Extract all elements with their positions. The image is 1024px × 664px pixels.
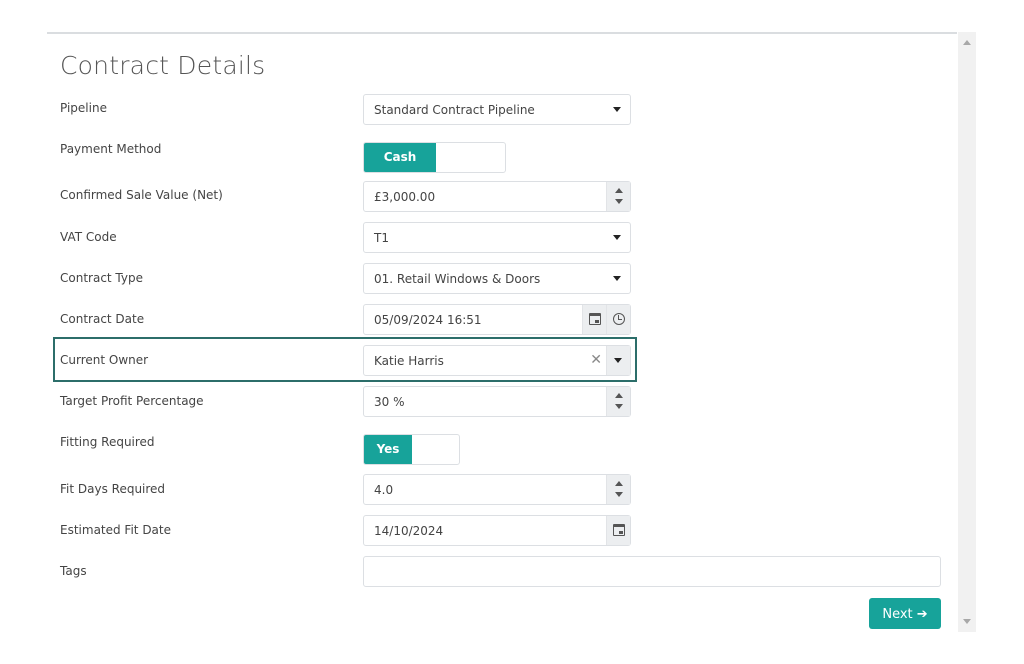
fitting-required-toggle[interactable]: Yes xyxy=(363,434,460,465)
step-up-icon[interactable] xyxy=(615,188,623,193)
scroll-up-icon[interactable] xyxy=(963,40,971,45)
tags-label: Tags xyxy=(60,564,87,578)
target-profit-label: Target Profit Percentage xyxy=(60,394,204,408)
contract-date-input[interactable]: 05/09/2024 16:51 xyxy=(363,304,631,335)
fit-days-input[interactable]: 4.0 xyxy=(363,474,631,505)
calendar-button[interactable] xyxy=(606,516,630,545)
current-owner-value: Katie Harris xyxy=(374,354,444,368)
scroll-down-icon[interactable] xyxy=(963,619,971,624)
fit-days-label: Fit Days Required xyxy=(60,482,166,496)
chevron-down-icon[interactable] xyxy=(613,107,621,112)
tags-input[interactable] xyxy=(363,556,941,587)
step-down-icon[interactable] xyxy=(615,404,623,409)
contract-date-value: 05/09/2024 16:51 xyxy=(374,313,482,327)
target-profit-input[interactable]: 30 % xyxy=(363,386,631,417)
number-stepper[interactable] xyxy=(606,475,630,504)
confirmed-sale-value-input[interactable]: £3,000.00 xyxy=(363,181,631,212)
current-owner-label: Current Owner xyxy=(60,353,149,367)
contract-date-label: Contract Date xyxy=(60,312,145,326)
number-stepper[interactable] xyxy=(606,387,630,416)
close-icon[interactable]: ✕ xyxy=(590,352,602,368)
estimated-fit-date-label: Estimated Fit Date xyxy=(60,523,171,537)
vertical-scrollbar[interactable] xyxy=(958,32,976,632)
confirmed-sale-value: £3,000.00 xyxy=(374,190,436,204)
current-owner-dropdown-button[interactable] xyxy=(606,346,630,375)
confirmed-sale-value-label: Confirmed Sale Value (Net) xyxy=(60,188,223,202)
estimated-fit-date-input[interactable]: 14/10/2024 xyxy=(363,515,631,546)
fitting-required-value: Yes xyxy=(364,435,412,464)
contract-type-value: 01. Retail Windows & Doors xyxy=(374,272,541,286)
step-up-icon[interactable] xyxy=(615,481,623,486)
step-up-icon[interactable] xyxy=(615,393,623,398)
payment-method-toggle[interactable]: Cash xyxy=(363,142,506,173)
step-down-icon[interactable] xyxy=(615,199,623,204)
clock-button[interactable] xyxy=(606,305,630,334)
current-owner-select[interactable]: Katie Harris ✕ xyxy=(363,345,631,376)
fit-days-value: 4.0 xyxy=(374,483,394,497)
fitting-required-label: Fitting Required xyxy=(60,435,155,449)
estimated-fit-date-value: 14/10/2024 xyxy=(374,524,444,538)
page-title: Contract Details xyxy=(60,51,266,80)
pipeline-label: Pipeline xyxy=(60,101,107,115)
calendar-button[interactable] xyxy=(582,305,606,334)
number-stepper[interactable] xyxy=(606,182,630,211)
vat-code-value: T1 xyxy=(374,231,389,245)
payment-method-label: Payment Method xyxy=(60,142,162,156)
pipeline-value: Standard Contract Pipeline xyxy=(374,103,535,117)
chevron-down-icon[interactable] xyxy=(613,276,621,281)
clock-icon xyxy=(613,313,625,325)
pipeline-select[interactable]: Standard Contract Pipeline xyxy=(363,94,631,125)
chevron-down-icon[interactable] xyxy=(613,235,621,240)
vat-code-select[interactable]: T1 xyxy=(363,222,631,253)
step-down-icon[interactable] xyxy=(615,492,623,497)
vat-code-label: VAT Code xyxy=(60,230,117,244)
contract-type-label: Contract Type xyxy=(60,271,143,285)
next-button[interactable]: Next ➔ xyxy=(869,598,941,629)
chevron-down-icon xyxy=(614,358,622,363)
calendar-icon xyxy=(613,524,625,536)
contract-type-select[interactable]: 01. Retail Windows & Doors xyxy=(363,263,631,294)
payment-method-value: Cash xyxy=(364,143,436,172)
target-profit-value: 30 % xyxy=(374,395,405,409)
contract-details-panel: Contract Details Pipeline Standard Contr… xyxy=(47,32,957,632)
calendar-icon xyxy=(589,313,601,325)
